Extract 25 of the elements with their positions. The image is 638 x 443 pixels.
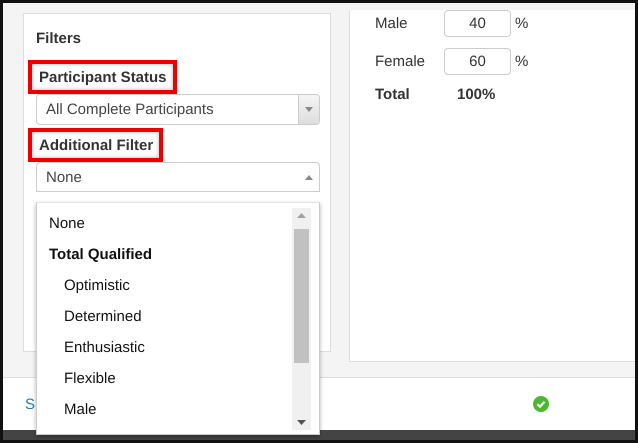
total-value: 100% [457,86,496,103]
split-label: Male [375,15,409,32]
percent-unit: % [514,53,530,70]
caret-up-icon [305,174,313,180]
field-label: Participant Status [28,60,177,94]
dropdown-option[interactable]: None [37,208,85,239]
split-label: Female [375,53,426,70]
check-circle-icon [533,396,549,412]
dropdown-option[interactable]: Optimistic [37,270,130,301]
link[interactable]: S [25,396,36,412]
dropdown-option[interactable]: Flexible [37,363,116,394]
total-label: Total [375,86,411,103]
dropdown-option[interactable]: Male [37,394,97,425]
dropdown-option[interactable]: Determined [37,301,142,332]
field-label: Additional Filter [28,128,164,162]
percent-input[interactable]: 40 [444,10,511,37]
dropdown-select[interactable]: None [36,162,320,192]
dropdown-option[interactable]: Enthusiastic [37,332,145,363]
option-group: Total Qualified [37,239,152,270]
percent-unit: % [514,15,530,32]
dropdown-select[interactable]: All Complete Participants [36,94,320,125]
scrollbar[interactable] [292,208,311,430]
percent-input[interactable]: 60 [444,48,511,75]
panel-title: Filters [36,30,82,47]
caret-down-icon [305,107,313,112]
